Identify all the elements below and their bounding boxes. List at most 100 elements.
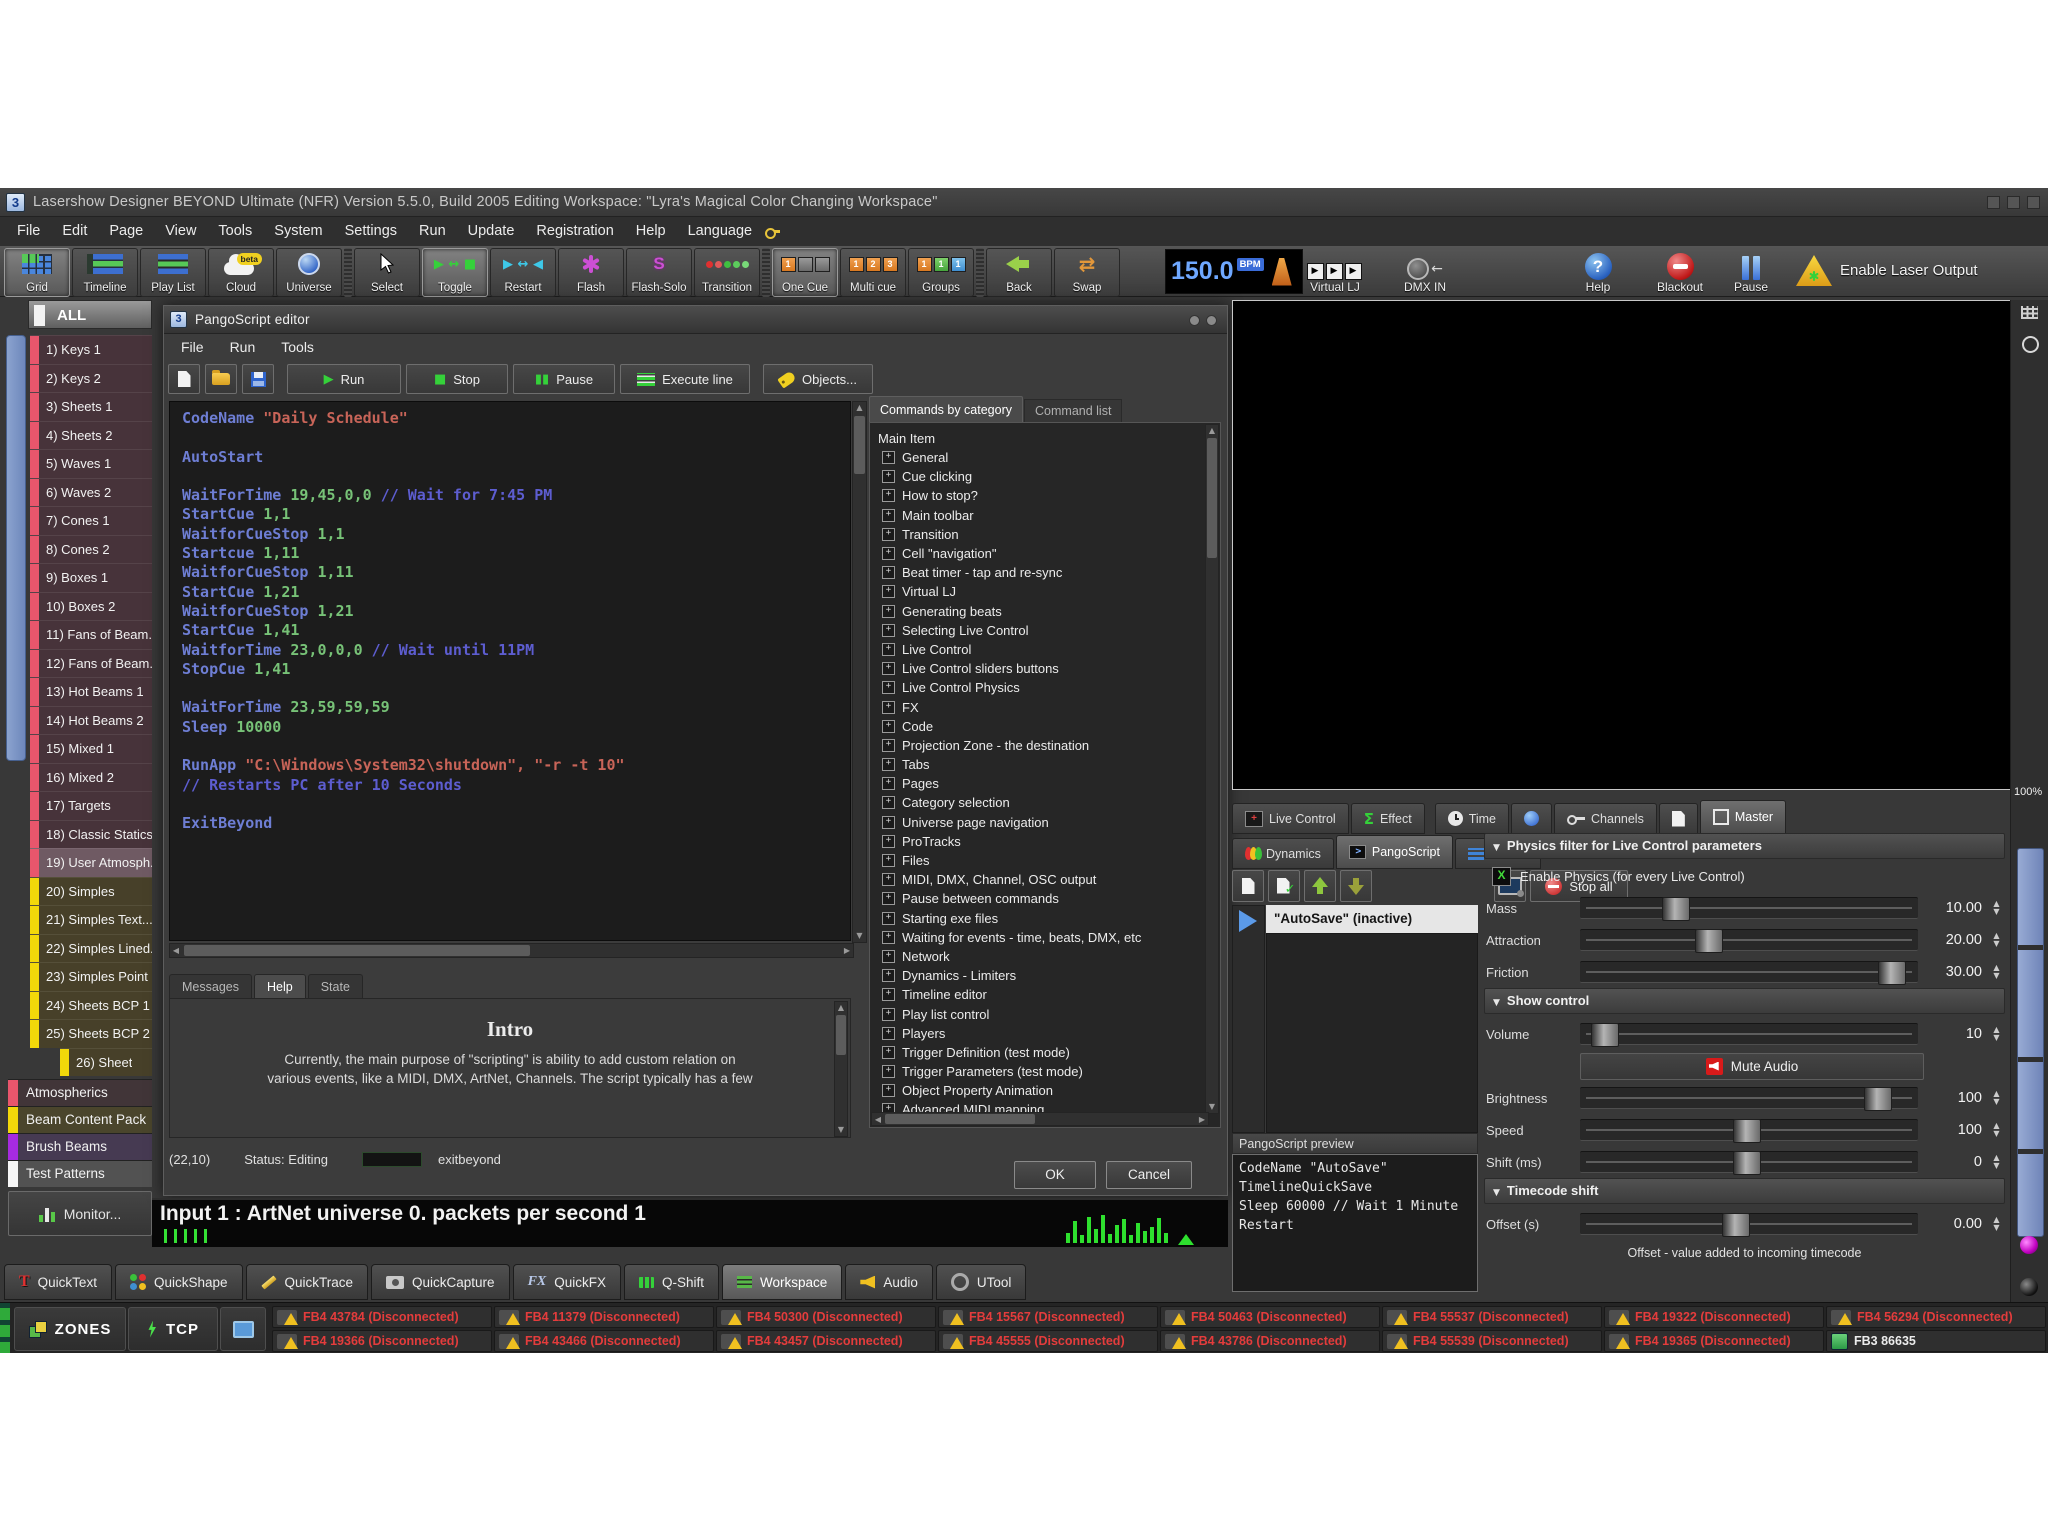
slider-thumb[interactable] [1864, 1087, 1892, 1111]
toolbar-button-back[interactable]: Back [986, 248, 1052, 297]
toolbar-button-multi-cue[interactable]: 123Multi cue [840, 248, 906, 297]
toolbar-button-swap[interactable]: ⇄Swap [1054, 248, 1120, 297]
maximize-icon[interactable] [2007, 196, 2020, 209]
bottom-tab-workspace[interactable]: Workspace [722, 1264, 842, 1300]
sidebar-page-item[interactable]: 11) Fans of Beam.. [30, 620, 152, 649]
magenta-indicator[interactable] [2020, 1236, 2038, 1254]
fb4-device[interactable]: FB4 55539 (Disconnected) [1382, 1330, 1602, 1352]
scroll-left-icon[interactable]: ◀ [170, 944, 182, 957]
expand-plus-icon[interactable]: + [882, 566, 895, 579]
fb4-device[interactable]: FB4 15567 (Disconnected) [938, 1306, 1158, 1328]
bottom-tab-quickcapture[interactable]: QuickCapture [371, 1264, 510, 1300]
menu-item-system[interactable]: System [263, 217, 333, 246]
sidebar-page-item[interactable]: 14) Hot Beams 2 [30, 706, 152, 735]
toolbar-button-toggle[interactable]: ▶ ↔ ■Toggle [422, 248, 488, 297]
sidebar-page-item[interactable]: 4) Sheets 2 [30, 421, 152, 450]
fb4-device[interactable]: FB4 55537 (Disconnected) [1382, 1306, 1602, 1328]
expand-plus-icon[interactable]: + [882, 873, 895, 886]
menu-item-registration[interactable]: Registration [525, 217, 624, 246]
expand-plus-icon[interactable]: + [882, 739, 895, 752]
expand-plus-icon[interactable]: + [882, 912, 895, 925]
meter-expand-icon[interactable] [1178, 1234, 1194, 1245]
move-down-button[interactable] [1340, 870, 1372, 902]
tree-item[interactable]: +Beat timer - tap and re-sync [870, 563, 1220, 582]
slider-track[interactable] [1580, 929, 1918, 951]
bottom-tab-utool[interactable]: UTool [936, 1264, 1027, 1300]
tree-item[interactable]: +Live Control [870, 640, 1220, 659]
sidebar-pack-item[interactable]: Test Patterns [8, 1160, 152, 1187]
slider-thumb[interactable] [1662, 897, 1690, 921]
expand-plus-icon[interactable]: + [882, 854, 895, 867]
tree-item[interactable]: +Generating beats [870, 602, 1220, 621]
tree-item[interactable]: +Network [870, 947, 1220, 966]
code-editor[interactable]: CodeName "Daily Schedule" AutoStart Wait… [169, 401, 851, 941]
sidebar-page-item[interactable]: 19) User Atmosph... [30, 848, 152, 877]
editor-window-buttons[interactable] [1189, 315, 1217, 326]
bottom-tab-quicktext[interactable]: TQuickText [4, 1264, 112, 1300]
tab-page2[interactable] [1659, 803, 1698, 834]
fb4-device[interactable]: FB4 56294 (Disconnected) [1826, 1306, 2046, 1328]
toolbar-button-timeline[interactable]: Timeline [72, 248, 138, 297]
tab-channels[interactable]: Channels [1554, 803, 1657, 834]
tree-item[interactable]: +Selecting Live Control [870, 621, 1220, 640]
open-script-button[interactable] [205, 364, 237, 394]
sidebar-page-item[interactable]: 22) Simples Lined.. [30, 934, 152, 963]
fb4-device[interactable]: FB4 43784 (Disconnected) [272, 1306, 492, 1328]
bottom-tab-audio[interactable]: Audio [845, 1264, 933, 1300]
cancel-button[interactable]: Cancel [1106, 1161, 1192, 1189]
spinner-buttons[interactable]: ▲▼ [1988, 932, 2005, 948]
fb4-device[interactable]: FB4 45555 (Disconnected) [938, 1330, 1158, 1352]
menu-item-edit[interactable]: Edit [51, 217, 98, 246]
spinner-buttons[interactable]: ▲▼ [1988, 1026, 2005, 1042]
sidebar-page-item[interactable]: 17) Targets [30, 791, 152, 820]
window-controls[interactable] [1987, 196, 2040, 209]
toolbar-button-one-cue[interactable]: 1One Cue [772, 248, 838, 297]
tab-effect[interactable]: ΣEffect [1351, 803, 1425, 834]
tab-master[interactable]: Master [1700, 800, 1786, 834]
expand-plus-icon[interactable]: + [882, 528, 895, 541]
tree-hscrollbar[interactable]: ◀▶ [871, 1112, 1209, 1126]
tree-item[interactable]: +Object Property Animation [870, 1081, 1220, 1100]
mute-audio-button[interactable]: Mute Audio [1580, 1053, 1924, 1080]
minimize-icon[interactable] [1987, 196, 2000, 209]
fb4-device[interactable]: FB4 43466 (Disconnected) [494, 1330, 714, 1352]
slider-track[interactable] [1580, 897, 1918, 919]
slider-track[interactable] [1580, 1151, 1918, 1173]
dmx-in-button[interactable]: ← DMX IN [1385, 248, 1465, 295]
expand-plus-icon[interactable]: + [882, 969, 895, 982]
sidebar-page-item[interactable]: 16) Mixed 2 [30, 763, 152, 792]
toolbar-button-groups[interactable]: 111Groups [908, 248, 974, 297]
slider-track[interactable] [1580, 1023, 1918, 1045]
menu-item-update[interactable]: Update [457, 217, 526, 246]
menu-item-file[interactable]: File [6, 217, 51, 246]
menu-item-run[interactable]: Run [408, 217, 457, 246]
menu-item-settings[interactable]: Settings [334, 217, 408, 246]
tree-item[interactable]: +Starting exe files [870, 909, 1220, 928]
tree-item[interactable]: +ProTracks [870, 832, 1220, 851]
slider-thumb[interactable] [1878, 961, 1906, 985]
sidebar-page-indicator[interactable] [6, 335, 26, 761]
expand-plus-icon[interactable]: + [882, 701, 895, 714]
tree-item[interactable]: +Cue clicking [870, 467, 1220, 486]
code-horizontal-scrollbar[interactable]: ◀ ▶ [169, 943, 854, 958]
tree-item[interactable]: +Trigger Parameters (test mode) [870, 1062, 1220, 1081]
monitor-button[interactable]: Monitor... [8, 1191, 152, 1236]
menu-item-help[interactable]: Help [625, 217, 677, 246]
commands-tab-by-category[interactable]: Commands by category [869, 396, 1023, 423]
sidebar-page-item[interactable]: 2) Keys 2 [30, 364, 152, 393]
toolbar-button-transition[interactable]: Transition [694, 248, 760, 297]
tree-item[interactable]: +Play list control [870, 1004, 1220, 1023]
expand-plus-icon[interactable]: + [882, 1065, 895, 1078]
script-list-item[interactable]: "AutoSave" (inactive) [1266, 905, 1478, 933]
pause-script-button[interactable]: ▮▮Pause [513, 364, 615, 394]
right-scrollbar[interactable] [2017, 848, 2044, 1237]
editor-title-bar[interactable]: 3 PangoScript editor [164, 306, 1227, 334]
expand-plus-icon[interactable]: + [882, 662, 895, 675]
editor-menu-tools[interactable]: Tools [268, 333, 327, 362]
tab-pangoscript[interactable]: >PangoScript [1336, 835, 1453, 869]
menu-item-tools[interactable]: Tools [207, 217, 263, 246]
tree-item[interactable]: +MIDI, DMX, Channel, OSC output [870, 870, 1220, 889]
expand-plus-icon[interactable]: + [882, 816, 895, 829]
tab-live-control[interactable]: +Live Control [1232, 803, 1349, 834]
sidebar-all-button[interactable]: ALL [28, 300, 152, 329]
